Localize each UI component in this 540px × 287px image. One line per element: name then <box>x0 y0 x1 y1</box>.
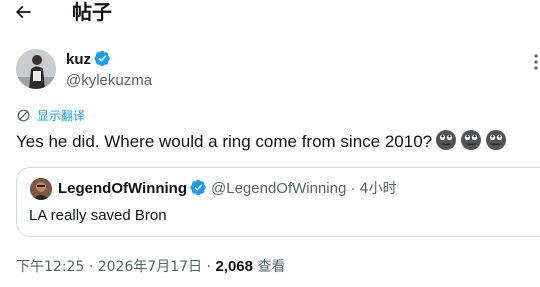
translate-icon <box>17 109 30 121</box>
page-title: 帖子 <box>72 0 112 24</box>
quote-text: LA really saved Bron <box>29 207 167 224</box>
views-count: 2,068 <box>215 258 253 275</box>
quote-timestamp: 4小时 <box>359 181 397 197</box>
back-button[interactable] <box>13 2 37 24</box>
quote-author-name: LegendOfWinning <box>58 180 188 197</box>
rolling-eyes-emoji-icon <box>461 130 482 150</box>
avatar-image <box>16 49 56 89</box>
tweet-body: Yes he did. Where would a ring come from… <box>16 132 433 151</box>
quoted-tweet-card[interactable]: LegendOfWinning @LegendOfWinning · 4小时 L… <box>16 167 540 237</box>
top-bar: 帖子 <box>0 0 540 26</box>
rolling-eyes-emoji-icon <box>436 130 457 150</box>
verified-badge-icon <box>190 179 206 196</box>
quote-separator: · <box>350 180 356 197</box>
tweet-text: Yes he did. Where would a ring come from… <box>16 129 507 154</box>
quote-avatar-image <box>30 178 52 200</box>
translate-label: 显示翻译 <box>37 108 86 123</box>
author-handle[interactable]: @kylekuzma <box>66 71 152 91</box>
quote-header: LegendOfWinning @LegendOfWinning · 4小时 <box>58 179 397 199</box>
author-avatar[interactable] <box>16 49 56 89</box>
views-label: 查看 <box>257 259 286 275</box>
tweet-meta: 下午12:25 · 2026年7月17日 · 2,068 查看 <box>16 257 285 277</box>
author-name[interactable]: kuz <box>66 50 111 70</box>
arrow-left-icon <box>15 5 31 19</box>
tweet-time[interactable]: 下午12:25 <box>16 259 84 275</box>
meta-separator: · <box>88 259 94 275</box>
more-options-button[interactable] <box>524 52 540 74</box>
tweet-date[interactable]: 2026年7月17日 <box>98 259 202 275</box>
meta-separator: · <box>206 259 211 275</box>
author-name-text: kuz <box>66 51 92 68</box>
quote-author-handle: @LegendOfWinning <box>211 180 347 197</box>
more-icon <box>534 54 538 70</box>
quote-author-avatar <box>30 178 52 200</box>
show-translation-button[interactable]: 显示翻译 <box>16 106 85 124</box>
verified-badge-icon <box>94 50 110 67</box>
rolling-eyes-emoji-icon <box>486 130 507 150</box>
